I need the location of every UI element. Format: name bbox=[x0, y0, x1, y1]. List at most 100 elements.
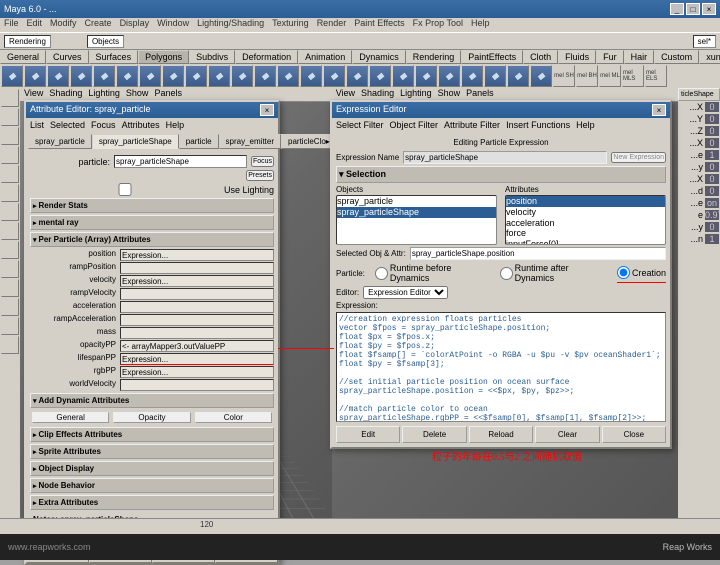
ae-menu-item[interactable]: Help bbox=[166, 120, 185, 130]
pp-field-lifespanPP[interactable]: Expression... bbox=[120, 353, 274, 365]
attribute-editor-window[interactable]: Attribute Editor: spray_particle × ListS… bbox=[24, 100, 280, 565]
tool-icon[interactable] bbox=[1, 203, 19, 221]
shelf-tab[interactable]: Cloth bbox=[523, 50, 558, 64]
tool-icon[interactable] bbox=[1, 298, 19, 316]
shelf-icon[interactable]: ◆ bbox=[530, 65, 552, 87]
time-slider[interactable]: 120 bbox=[0, 518, 720, 534]
ee-button-reload[interactable]: Reload bbox=[469, 426, 533, 443]
close-icon[interactable]: × bbox=[260, 104, 274, 116]
tool-icon[interactable] bbox=[1, 260, 19, 278]
shelf-tab[interactable]: General bbox=[0, 50, 46, 64]
expr-name-field[interactable] bbox=[403, 151, 607, 164]
menu-render[interactable]: Render bbox=[317, 18, 347, 32]
objects-list[interactable]: spray_particlespray_particleShape bbox=[336, 195, 497, 245]
expression-editor-window[interactable]: Expression Editor × Select FilterObject … bbox=[330, 100, 672, 449]
shelf-mel-icon[interactable]: mel BH bbox=[576, 65, 598, 87]
channel-box[interactable]: ticleShape...X0...Y0...Z0...X0...e1...y0… bbox=[678, 88, 720, 518]
section-node-behavior[interactable]: Node Behavior bbox=[30, 478, 274, 493]
tool-icon[interactable] bbox=[1, 222, 19, 240]
shelf-tab[interactable]: Subdivs bbox=[189, 50, 235, 64]
shelf-icon[interactable]: ◆ bbox=[323, 65, 345, 87]
menu-help[interactable]: Help bbox=[471, 18, 490, 32]
shelf-icon[interactable]: ◆ bbox=[369, 65, 391, 87]
shelf-icon[interactable]: ◆ bbox=[484, 65, 506, 87]
ee-menu-item[interactable]: Attribute Filter bbox=[444, 120, 500, 130]
tool-icon[interactable] bbox=[1, 336, 19, 354]
ae-tab[interactable]: particle bbox=[179, 134, 219, 149]
ee-button-delete[interactable]: Delete bbox=[402, 426, 466, 443]
tool-icon[interactable] bbox=[1, 279, 19, 297]
pp-field-rgbPP[interactable]: Expression... bbox=[120, 366, 274, 378]
ee-menu-item[interactable]: Select Filter bbox=[336, 120, 384, 130]
menu-fx prop tool[interactable]: Fx Prop Tool bbox=[413, 18, 463, 32]
ae-tab[interactable]: particleClo▸ bbox=[281, 134, 337, 149]
shelf-icon[interactable]: ◆ bbox=[70, 65, 92, 87]
tool-icon[interactable] bbox=[1, 165, 19, 183]
shelf-tab[interactable]: Animation bbox=[298, 50, 352, 64]
shelf-icon[interactable]: ◆ bbox=[162, 65, 184, 87]
pp-field-rampPosition[interactable] bbox=[120, 262, 274, 274]
section-render-stats[interactable]: Render Stats bbox=[30, 198, 274, 213]
shelf-tab[interactable]: Curves bbox=[46, 50, 89, 64]
minimize-icon[interactable]: _ bbox=[670, 3, 684, 15]
radio-creation[interactable]: Creation bbox=[617, 263, 666, 283]
selected-obj-field[interactable] bbox=[410, 247, 666, 260]
ae-tab[interactable]: spray_particleShape bbox=[92, 134, 179, 149]
expression-textarea[interactable]: //creation expression floats particles v… bbox=[336, 312, 666, 422]
shelf-tab[interactable]: Deformation bbox=[235, 50, 298, 64]
pp-field-rampVelocity[interactable] bbox=[120, 288, 274, 300]
shelf-icon[interactable]: ◆ bbox=[24, 65, 46, 87]
ae-menu-item[interactable]: List bbox=[30, 120, 44, 130]
presets-button[interactable]: Presets bbox=[246, 170, 274, 181]
pp-field-opacityPP[interactable]: <- arrayMapper3.outValuePP bbox=[120, 340, 274, 352]
shelf-icon[interactable]: ◆ bbox=[415, 65, 437, 87]
pp-field-acceleration[interactable] bbox=[120, 301, 274, 313]
shelf-tab[interactable]: Polygons bbox=[138, 50, 189, 64]
shelf-icon[interactable]: ◆ bbox=[346, 65, 368, 87]
mode-dropdown[interactable]: Rendering bbox=[4, 35, 51, 48]
menu-paint effects[interactable]: Paint Effects bbox=[354, 18, 404, 32]
section-clip-effects[interactable]: Clip Effects Attributes bbox=[30, 427, 274, 442]
attrs-list[interactable]: positionvelocityaccelerationforceinputFo… bbox=[505, 195, 666, 245]
menu-modify[interactable]: Modify bbox=[50, 18, 77, 32]
tool-icon[interactable] bbox=[1, 127, 19, 145]
menu-lighting/shading[interactable]: Lighting/Shading bbox=[197, 18, 264, 32]
shelf-mel-icon[interactable]: mel SH bbox=[553, 65, 575, 87]
radio-before[interactable]: Runtime before Dynamics bbox=[375, 263, 490, 283]
section-extra[interactable]: Extra Attributes bbox=[30, 495, 274, 510]
ae-tab[interactable]: spray_emitter bbox=[219, 134, 281, 149]
section-object-display[interactable]: Object Display bbox=[30, 461, 274, 476]
ae-menu-item[interactable]: Selected bbox=[50, 120, 85, 130]
tool-icon[interactable] bbox=[1, 184, 19, 202]
dyn-button[interactable]: General bbox=[32, 412, 109, 423]
shelf-tab[interactable]: Hair bbox=[624, 50, 655, 64]
tool-icon[interactable] bbox=[1, 146, 19, 164]
pp-field-rampAcceleration[interactable] bbox=[120, 314, 274, 326]
shelf-tab[interactable]: Fluids bbox=[558, 50, 596, 64]
dyn-button[interactable]: Color bbox=[195, 412, 272, 423]
objects-dropdown[interactable]: Objects bbox=[87, 35, 124, 48]
ae-menu-item[interactable]: Focus bbox=[91, 120, 116, 130]
ee-menu-item[interactable]: Help bbox=[576, 120, 595, 130]
shelf-icon[interactable]: ◆ bbox=[116, 65, 138, 87]
menu-window[interactable]: Window bbox=[157, 18, 189, 32]
dyn-button[interactable]: Opacity bbox=[113, 412, 190, 423]
editor-dropdown[interactable]: Expression Editor bbox=[363, 286, 448, 299]
shelf-icon[interactable]: ◆ bbox=[507, 65, 529, 87]
tool-icon[interactable] bbox=[1, 317, 19, 335]
pp-field-velocity[interactable]: Expression... bbox=[120, 275, 274, 287]
tool-icon[interactable] bbox=[1, 108, 19, 126]
ee-menu-item[interactable]: Insert Functions bbox=[506, 120, 570, 130]
focus-button[interactable]: Focus bbox=[251, 156, 274, 167]
shelf-tab[interactable]: Dynamics bbox=[352, 50, 406, 64]
ae-menu-item[interactable]: Attributes bbox=[122, 120, 160, 130]
shelf-icon[interactable]: ◆ bbox=[93, 65, 115, 87]
ae-tab[interactable]: spray_particle bbox=[28, 134, 92, 149]
sel-field[interactable]: sel* bbox=[693, 35, 716, 48]
menu-texturing[interactable]: Texturing bbox=[272, 18, 309, 32]
ee-button-close[interactable]: Close bbox=[602, 426, 666, 443]
menu-create[interactable]: Create bbox=[85, 18, 112, 32]
tool-icon[interactable] bbox=[1, 241, 19, 259]
maximize-icon[interactable]: □ bbox=[686, 3, 700, 15]
shelf-tab[interactable]: Fur bbox=[596, 50, 624, 64]
